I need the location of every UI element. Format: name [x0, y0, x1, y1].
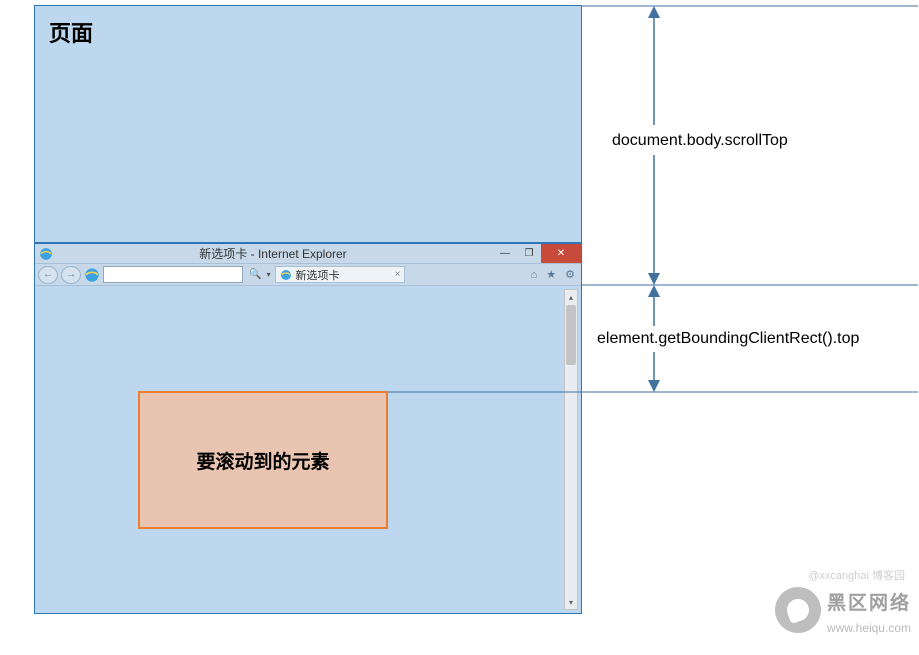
scrollbar[interactable]: ▴ ▾ — [564, 289, 578, 610]
back-button[interactable]: ← — [38, 266, 58, 284]
scroll-up-icon[interactable]: ▴ — [565, 290, 577, 304]
page-label: 页面 — [49, 16, 93, 48]
target-element-label: 要滚动到的元素 — [196, 447, 329, 474]
url-input[interactable] — [103, 266, 243, 283]
gear-icon[interactable]: ⚙ — [562, 268, 578, 281]
minimize-button[interactable]: — — [493, 244, 517, 263]
window-title: 新选项卡 - Internet Explorer — [53, 245, 493, 262]
address-bar: ← → 🔍 ▾ 新选项卡 × ⌂ ★ ⚙ — [35, 264, 581, 286]
favorites-icon[interactable]: ★ — [543, 268, 559, 281]
search-icon[interactable]: 🔍 — [246, 269, 264, 280]
ie-icon — [84, 267, 100, 283]
close-button[interactable]: ✕ — [541, 244, 581, 263]
watermark-logo-icon — [775, 587, 821, 633]
search-section: 🔍 ▾ — [246, 269, 272, 280]
maximize-button[interactable]: ❐ — [517, 244, 541, 263]
ie-icon — [280, 269, 292, 281]
titlebar: 新选项卡 - Internet Explorer — ❐ ✕ — [35, 244, 581, 264]
watermark-credit: @xxcanghai 博客园 — [808, 567, 905, 583]
tab-label: 新选项卡 — [295, 267, 339, 283]
chevron-down-icon[interactable]: ▾ — [264, 270, 272, 279]
watermark-url: www.heiqu.com — [827, 621, 911, 635]
close-tab-icon[interactable]: × — [395, 269, 401, 280]
ie-icon — [39, 247, 53, 261]
target-element: 要滚动到的元素 — [138, 391, 388, 529]
scroll-down-icon[interactable]: ▾ — [565, 595, 577, 609]
annotation-recttop: element.getBoundingClientRect().top — [597, 330, 859, 348]
annotation-scrolltop: document.body.scrollTop — [612, 132, 788, 150]
browser-tab[interactable]: 新选项卡 × — [275, 266, 405, 283]
window-buttons: — ❐ ✕ — [493, 244, 581, 263]
forward-button[interactable]: → — [61, 266, 81, 284]
page-area: 页面 — [34, 5, 582, 243]
scroll-thumb[interactable] — [566, 305, 576, 365]
home-icon[interactable]: ⌂ — [528, 269, 541, 281]
watermark-brand: 黑区网络 — [827, 588, 911, 615]
